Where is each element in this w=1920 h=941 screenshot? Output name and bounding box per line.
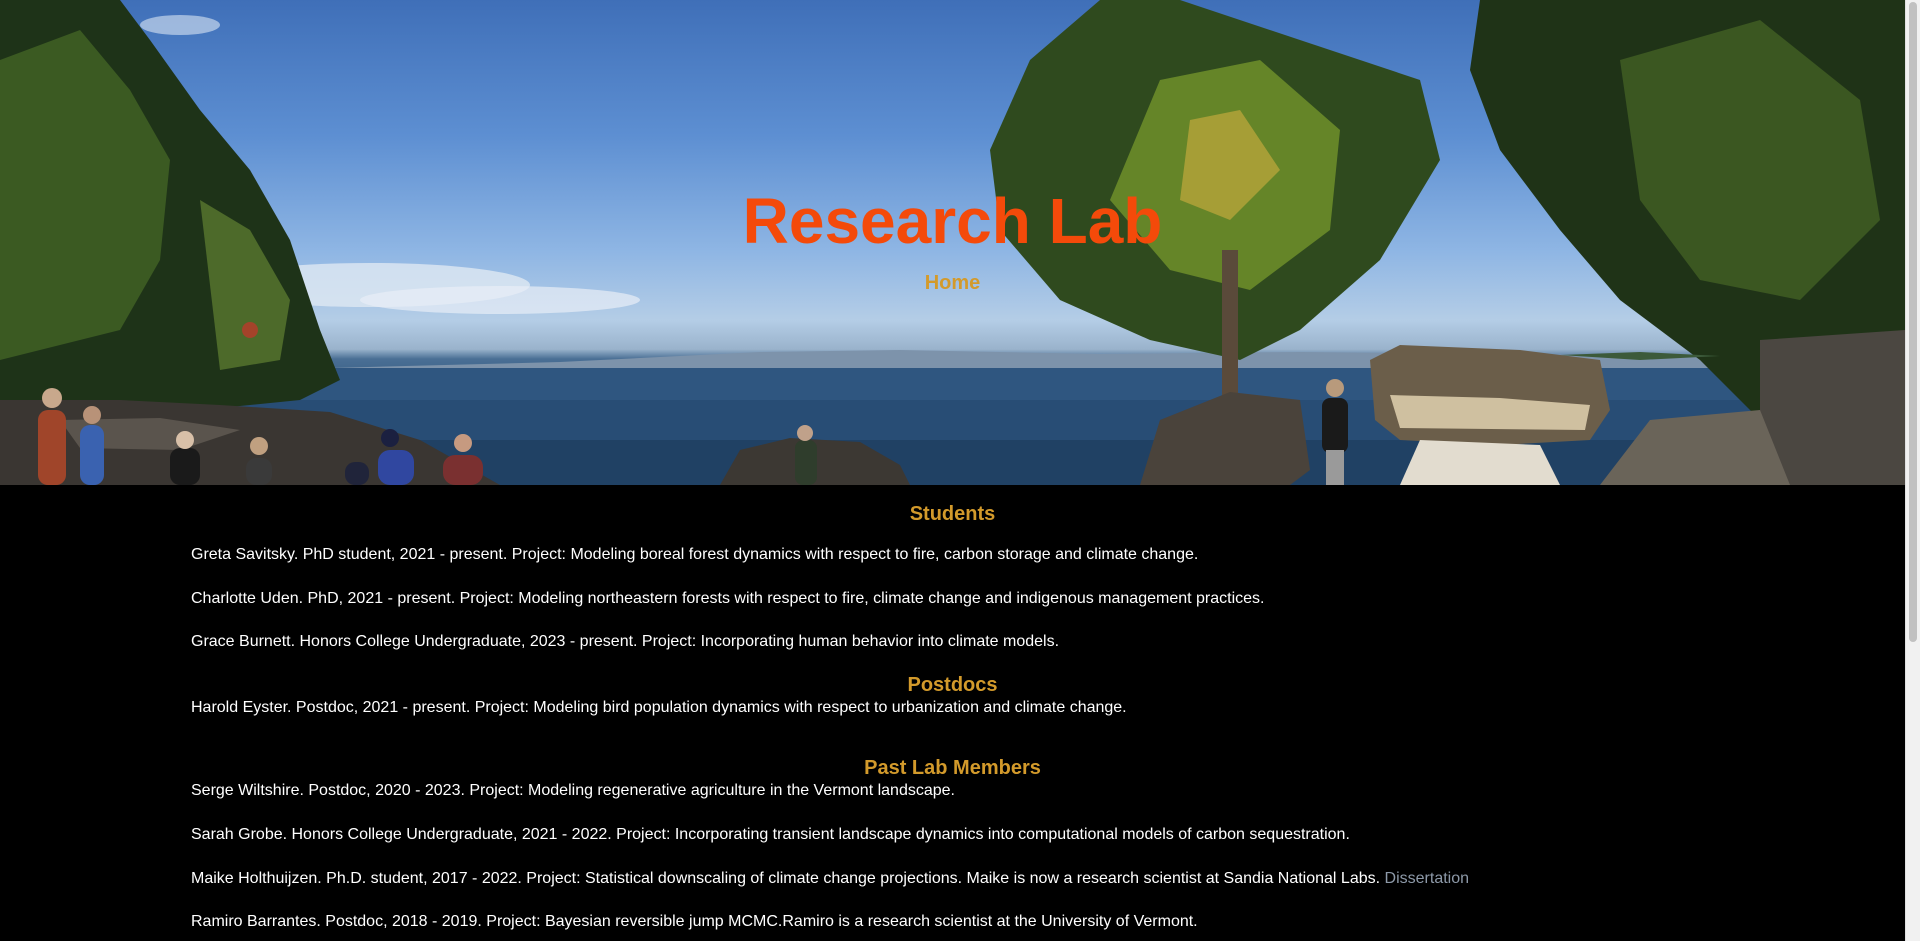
main-nav: Home: [0, 272, 1905, 295]
section-title-past-members: Past Lab Members: [864, 757, 1041, 779]
member-item: Grace Burnett. Honors College Undergradu…: [191, 633, 1060, 650]
member-text: Maike Holthuijzen. Ph.D. student, 2017 -…: [191, 870, 1381, 887]
member-item: Greta Savitsky. PhD student, 2021 - pres…: [191, 546, 1199, 563]
page: Research Lab Home Students Greta Savitsk…: [0, 0, 1905, 941]
site-title: Research Lab: [742, 185, 1163, 257]
nav-home-link[interactable]: Home: [925, 272, 981, 294]
member-item: Ramiro Barrantes. Postdoc, 2018 - 2019. …: [191, 913, 1198, 930]
dissertation-link[interactable]: Dissertation: [1385, 870, 1469, 887]
scrollbar-thumb[interactable]: [1909, 2, 1917, 642]
vertical-scrollbar[interactable]: [1905, 0, 1920, 941]
member-item: Charlotte Uden. PhD, 2021 - present. Pro…: [191, 590, 1265, 607]
member-item: Serge Wiltshire. Postdoc, 2020 - 2023. P…: [191, 782, 955, 799]
hero-banner: Research Lab Home: [0, 0, 1905, 485]
section-title-postdocs: Postdocs: [907, 674, 998, 696]
section-title-students: Students: [909, 503, 996, 525]
member-item: Sarah Grobe. Honors College Undergraduat…: [191, 826, 1350, 843]
member-item: Harold Eyster. Postdoc, 2021 - present. …: [191, 699, 1127, 716]
member-item: Maike Holthuijzen. Ph.D. student, 2017 -…: [191, 869, 1469, 889]
